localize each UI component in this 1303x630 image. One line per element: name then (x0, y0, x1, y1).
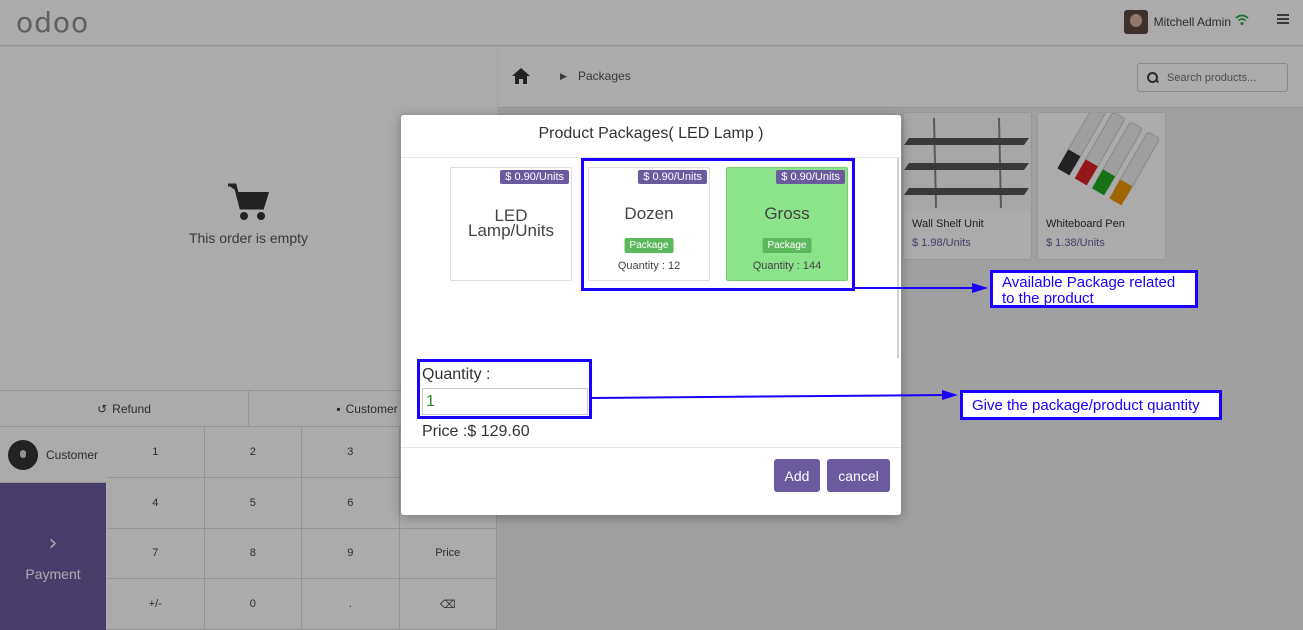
package-name: LED Lamp/Units (451, 207, 571, 240)
package-card-units[interactable]: $ 0.90/Units LED Lamp/Units (450, 167, 572, 281)
add-button[interactable]: Add (774, 459, 820, 492)
quantity-highlight-box (417, 359, 592, 419)
divider (401, 447, 901, 448)
dialog-title: Product Packages( LED Lamp ) (538, 125, 764, 142)
packages-highlight-box (581, 158, 855, 291)
scrollbar[interactable] (897, 158, 899, 358)
quantity-annotation-note: Give the package/product quantity (960, 390, 1222, 420)
package-price-badge: $ 0.90/Units (500, 170, 569, 184)
cancel-button[interactable]: cancel (827, 459, 890, 492)
package-name-line: Lamp/Units (468, 221, 554, 240)
price-total: Price :$ 129.60 (422, 423, 530, 440)
packages-annotation-note: Available Package related to the product (990, 270, 1198, 308)
